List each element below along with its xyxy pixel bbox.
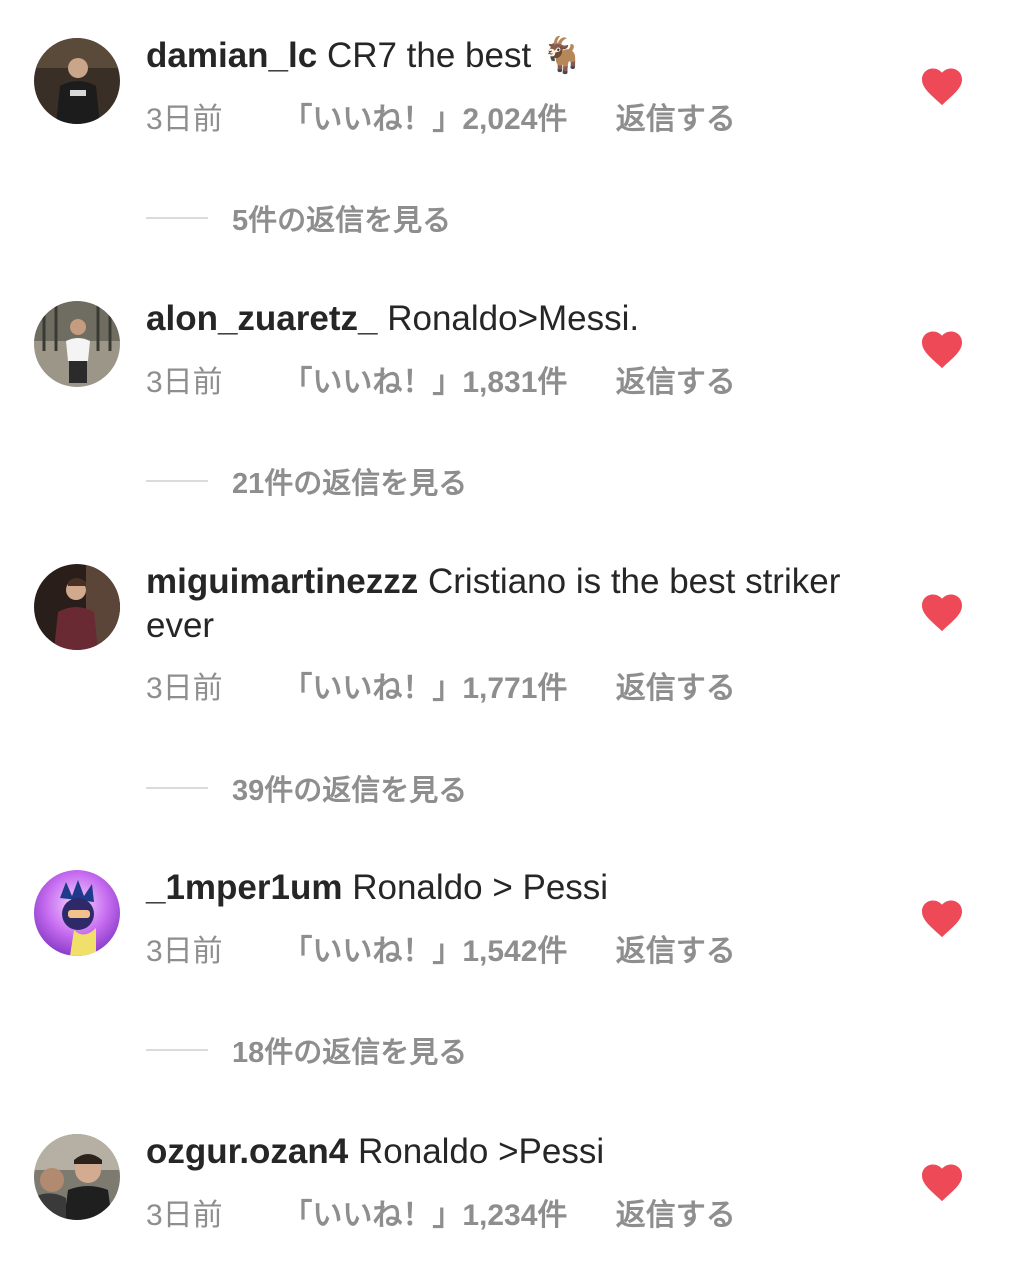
comment-username[interactable]: damian_lc <box>146 36 317 75</box>
view-replies-label: 21件の返信を見る <box>232 468 468 500</box>
divider-line <box>146 787 208 789</box>
comment-text-block: _1mper1um Ronaldo > Pessi <box>146 866 846 910</box>
view-replies-label: 5件の返信を見る <box>232 205 452 237</box>
heart-icon[interactable] <box>920 592 964 632</box>
comment-username[interactable]: miguimartinezzz <box>146 562 418 601</box>
divider-line <box>146 1049 208 1051</box>
view-replies-label: 39件の返信を見る <box>232 775 468 807</box>
view-replies-button[interactable]: 18件の返信を見る <box>146 1030 467 1070</box>
comment-like-count[interactable]: 「いいね！」1,831件 <box>282 365 567 401</box>
reply-button[interactable]: 返信する <box>616 1199 736 1232</box>
view-replies-button[interactable]: 39件の返信を見る <box>146 768 467 808</box>
comment-timestamp: 3日前 <box>146 935 223 968</box>
comment-like-count[interactable]: 「いいね！」1,542件 <box>282 934 567 970</box>
comment-body: CR7 the best 🐐 <box>326 36 585 75</box>
comment-like-count[interactable]: 「いいね！」2,024件 <box>282 102 567 138</box>
reply-button[interactable]: 返信する <box>616 935 736 968</box>
avatar[interactable] <box>34 1134 120 1220</box>
comment-body: Ronaldo >Pessi <box>357 1132 605 1171</box>
comment-timestamp: 3日前 <box>146 1199 223 1232</box>
comment-meta: 3日前 「いいね！」1,234件 返信する <box>146 1198 736 1234</box>
comment-username[interactable]: alon_zuaretz_ <box>146 299 377 338</box>
comment-text-block: ozgur.ozan4 Ronaldo >Pessi <box>146 1130 846 1174</box>
avatar[interactable] <box>34 301 120 387</box>
comment-username[interactable]: _1mper1um <box>146 868 342 907</box>
reply-button[interactable]: 返信する <box>616 366 736 399</box>
divider-line <box>146 217 208 219</box>
divider-line <box>146 480 208 482</box>
comment-like-count[interactable]: 「いいね！」1,234件 <box>282 1198 567 1234</box>
avatar[interactable] <box>34 870 120 956</box>
comment-timestamp: 3日前 <box>146 103 223 136</box>
heart-icon[interactable] <box>920 898 964 938</box>
heart-icon[interactable] <box>920 329 964 369</box>
comment-timestamp: 3日前 <box>146 672 223 705</box>
comment-meta: 3日前 「いいね！」1,831件 返信する <box>146 365 736 401</box>
comment-timestamp: 3日前 <box>146 366 223 399</box>
heart-icon[interactable] <box>920 1162 964 1202</box>
comment-text-block: miguimartinezzz Cristiano is the best st… <box>146 560 846 648</box>
comment-list: damian_lc CR7 the best 🐐 3日前 「いいね！」2,024… <box>0 0 1018 1280</box>
comment-body: Ronaldo > Pessi <box>352 868 609 907</box>
avatar[interactable] <box>34 564 120 650</box>
avatar[interactable] <box>34 38 120 124</box>
reply-button[interactable]: 返信する <box>616 103 736 136</box>
view-replies-button[interactable]: 21件の返信を見る <box>146 461 467 501</box>
comment-like-count[interactable]: 「いいね！」1,771件 <box>282 671 567 707</box>
comment-text-block: damian_lc CR7 the best 🐐 <box>146 34 846 78</box>
comment-meta: 3日前 「いいね！」1,542件 返信する <box>146 934 736 970</box>
reply-button[interactable]: 返信する <box>616 672 736 705</box>
view-replies-button[interactable]: 5件の返信を見る <box>146 198 451 238</box>
comment-username[interactable]: ozgur.ozan4 <box>146 1132 348 1171</box>
comment-text-block: alon_zuaretz_ Ronaldo>Messi. <box>146 297 846 341</box>
comment-body: Ronaldo>Messi. <box>387 299 640 338</box>
heart-icon[interactable] <box>920 66 964 106</box>
view-replies-label: 18件の返信を見る <box>232 1037 468 1069</box>
comment-meta: 3日前 「いいね！」1,771件 返信する <box>146 671 736 707</box>
comment-meta: 3日前 「いいね！」2,024件 返信する <box>146 102 736 138</box>
